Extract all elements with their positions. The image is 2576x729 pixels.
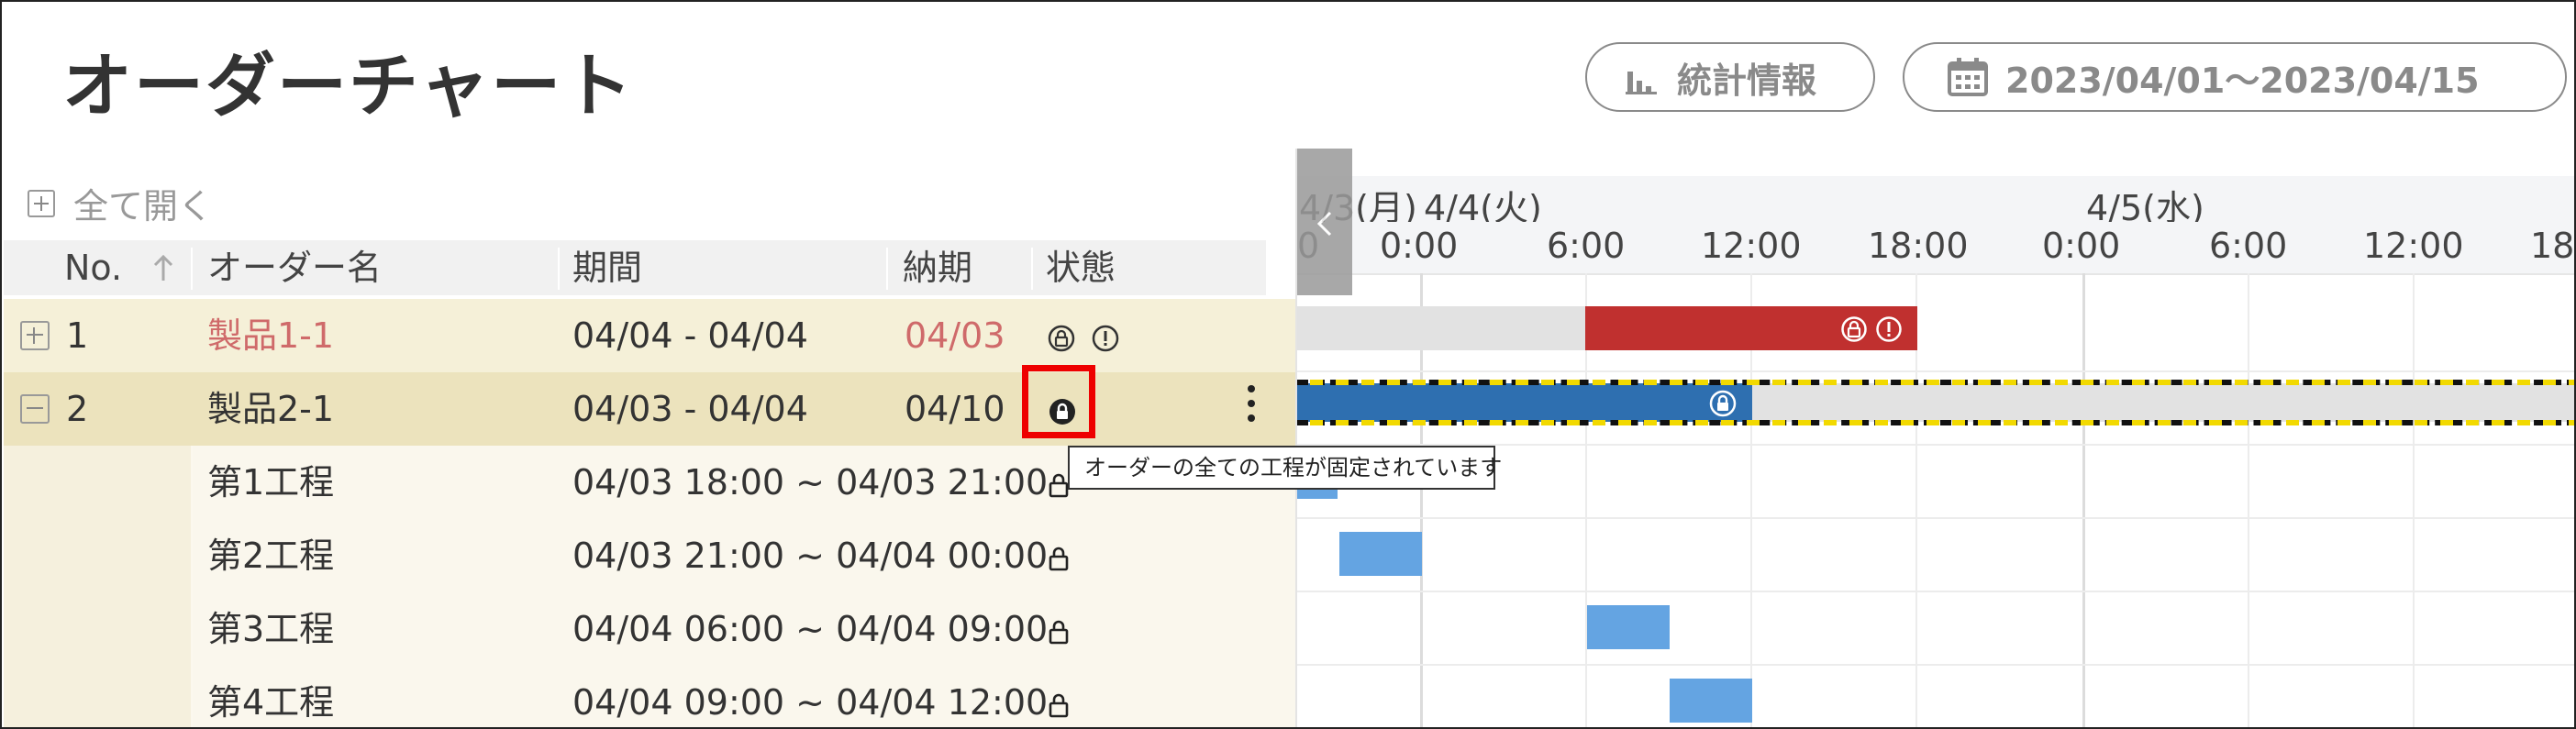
locked-circle-icon [1841, 316, 1867, 342]
indent-area [4, 519, 191, 592]
process-row[interactable]: 第4工程 04/04 09:00 ~ 04/04 12:00 [4, 666, 1295, 727]
order-row[interactable]: 1 製品1-1 04/04 - 04/04 04/03 [4, 299, 1295, 372]
process-bar[interactable] [1670, 679, 1752, 723]
indent-area [4, 666, 191, 727]
grid-line [2248, 273, 2249, 727]
date-range-button[interactable]: 2023/04/01～2023/04/15 [1903, 42, 2567, 112]
page-title: オーダーチャート [62, 45, 635, 127]
row-menu-button[interactable] [1248, 385, 1255, 429]
process-status [1048, 666, 1070, 727]
order-name-link[interactable]: 製品2-1 [207, 372, 334, 446]
indent-area [4, 446, 191, 519]
grid-row-line [1297, 517, 2574, 519]
indent-area [4, 592, 191, 666]
expand-icon [20, 321, 50, 350]
gantt-chart: 4/3(月) 4/4(火) 4/5(水) 0 0:00 6:00 12:00 1… [1295, 149, 2575, 727]
gantt-time-label: 12:00 [2363, 226, 2464, 266]
lock-icon [1049, 620, 1069, 644]
process-period: 04/03 18:00 ~ 04/03 21:00 [572, 462, 1049, 503]
expand-all-label: 全て開く [73, 186, 214, 226]
order-period: 04/04 - 04/04 [572, 315, 808, 356]
order-table-header: No. オーダー名 期間 納期 状態 [4, 240, 1266, 295]
column-period[interactable]: 期間 [572, 240, 642, 295]
warning-icon [1876, 316, 1902, 342]
date-range-label: 2023/04/01～2023/04/15 [2005, 60, 2480, 101]
grid-line [2413, 273, 2415, 727]
highlight-box [1022, 365, 1095, 438]
order-span-bar[interactable] [1297, 306, 1585, 350]
process-bar[interactable] [1587, 605, 1670, 649]
expand-row-button[interactable] [20, 321, 62, 350]
process-status [1048, 446, 1070, 519]
order-no: 1 [66, 315, 89, 356]
column-divider [886, 248, 888, 290]
grid-row-line [1297, 591, 2574, 592]
gantt-time-label: 18:00 [1868, 226, 1969, 266]
stats-label: 統計情報 [1677, 60, 1817, 101]
column-order-name[interactable]: オーダー名 [207, 240, 382, 295]
expand-icon [28, 189, 55, 217]
order-row[interactable]: 2 製品2-1 04/03 - 04/04 04/10 [4, 372, 1295, 446]
order-bar[interactable] [1585, 306, 1917, 350]
collapse-icon [20, 394, 50, 424]
process-status [1048, 519, 1070, 592]
gantt-time-label: 0:00 [1380, 226, 1459, 266]
process-name: 第4工程 [207, 682, 335, 723]
process-name: 第1工程 [207, 462, 335, 503]
column-due[interactable]: 納期 [903, 240, 972, 295]
sort-ascending-icon[interactable] [152, 255, 174, 282]
order-period: 04/03 - 04/04 [572, 389, 808, 429]
grid-row-line [1297, 370, 2574, 372]
chevron-left-icon [1316, 211, 1332, 237]
window: オーダーチャート 統計情報 2023/04/01～2023/04/15 全て開く [0, 0, 2576, 729]
calendar-icon [1948, 58, 1988, 96]
order-name-link[interactable]: 製品1-1 [207, 299, 334, 372]
gantt-time-header: 0 0:00 6:00 12:00 18:00 0:00 6:00 12:00 … [1297, 222, 2575, 275]
grid-row-line [1297, 664, 2574, 666]
process-period: 04/03 21:00 ~ 04/04 00:00 [572, 536, 1049, 576]
expand-all-button[interactable]: 全て開く [28, 178, 213, 228]
process-name: 第2工程 [207, 536, 335, 576]
gantt-time-label: 0:00 [2042, 226, 2121, 266]
lock-icon [1049, 693, 1069, 717]
process-row[interactable]: 第3工程 04/04 06:00 ~ 04/04 09:00 [4, 592, 1295, 668]
gantt-date-header: 4/3(月) 4/4(火) 4/5(水) [1297, 176, 2574, 228]
tooltip: オーダーの全ての工程が固定されています [1068, 446, 1502, 490]
order-no: 2 [66, 389, 89, 429]
gantt-time-label: 6:00 [2209, 226, 2288, 266]
gantt-time-label: 6:00 [1547, 226, 1626, 266]
locked-circle-icon [1048, 325, 1075, 351]
column-status[interactable]: 状態 [1046, 240, 1116, 295]
selection-outline [1297, 380, 2574, 425]
order-due: 04/10 [905, 389, 1005, 429]
order-status [1048, 321, 1119, 351]
column-divider [558, 248, 560, 290]
stats-button[interactable]: 統計情報 [1585, 42, 1875, 112]
lock-icon [1049, 473, 1069, 497]
column-no[interactable]: No. [64, 240, 122, 295]
column-divider [1031, 248, 1033, 290]
lock-icon [1049, 547, 1069, 570]
order-due: 04/03 [905, 315, 1005, 356]
column-divider [191, 248, 193, 290]
process-status [1048, 592, 1070, 666]
process-period: 04/04 06:00 ~ 04/04 09:00 [572, 609, 1049, 649]
gantt-time-label: 18 [2530, 226, 2575, 266]
process-period: 04/04 09:00 ~ 04/04 12:00 [572, 682, 1049, 723]
grid-line-day [2082, 273, 2085, 727]
bar-chart-icon [1626, 72, 1657, 94]
gantt-time-label: 12:00 [1701, 226, 1802, 266]
process-bar[interactable] [1339, 532, 1422, 576]
collapse-row-button[interactable] [20, 394, 62, 424]
warning-icon [1092, 325, 1119, 351]
process-row[interactable]: 第2工程 04/03 21:00 ~ 04/04 00:00 [4, 519, 1295, 594]
collapse-panel-button[interactable] [1297, 149, 1352, 295]
process-name: 第3工程 [207, 609, 335, 649]
